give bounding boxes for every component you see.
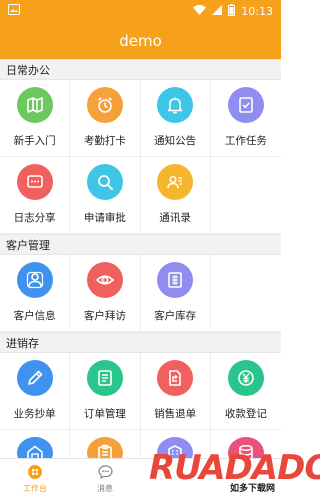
grid-item-label: 订单管理: [83, 408, 126, 420]
grid-item[interactable]: 通讯录: [140, 157, 211, 234]
grid-item[interactable]: 通知公告: [140, 80, 211, 157]
section-header: 进销存: [0, 332, 281, 353]
section-grid: 客户信息 客户拜访 客户库存: [0, 255, 281, 332]
chat-icon: [97, 465, 113, 481]
grid-item[interactable]: 工作任务: [210, 80, 281, 157]
inventory-icon: [157, 262, 194, 298]
grid-item-label: 客户信息: [13, 310, 56, 322]
section-title: 进销存: [6, 336, 39, 350]
grid-item-label: 客户库存: [154, 310, 197, 322]
section-grid: 新手入门 考勤打卡 通知公告 工作任务日志分享 申请审批 通讯录: [0, 80, 281, 234]
page-title: demo: [119, 31, 162, 50]
grid-item-label: 考勤打卡: [83, 135, 126, 147]
tab-messages-label: 消息: [97, 484, 113, 493]
customers-icon: [16, 262, 53, 298]
grid-item-label: 日志分享: [13, 212, 56, 224]
grid-item-label: 通知公告: [154, 135, 197, 147]
grid-item-label: 收款登记: [224, 408, 267, 420]
wifi-icon: [193, 4, 207, 18]
grid-item[interactable]: 新手入门: [0, 80, 71, 157]
empty-cell: [210, 255, 281, 332]
grid-item[interactable]: 订单管理: [70, 353, 141, 430]
grid-item-label: 销售退单: [154, 408, 197, 420]
grid-item-label: 工作任务: [224, 135, 267, 147]
message-icon: [16, 164, 53, 200]
section-header: 日常办公: [0, 59, 281, 80]
empty-cell: [210, 157, 281, 234]
workbench-icon: [28, 465, 42, 481]
grid-item-label: 通讯录: [159, 212, 191, 224]
task-check-icon: [227, 87, 264, 123]
battery-icon: [228, 3, 236, 19]
section-title: 日常办公: [6, 63, 50, 77]
eye-icon: [86, 262, 123, 298]
status-bar: 10:13: [0, 0, 281, 22]
tab-workbench-label: 工作台: [23, 484, 47, 493]
grid-item[interactable]: 客户信息: [0, 255, 71, 332]
status-time: 10:13: [241, 4, 273, 18]
section-grid: 业务抄单 订单管理 销售退单 收款登记: [0, 353, 281, 430]
bell-icon: [157, 87, 194, 123]
grid-item[interactable]: 申请审批: [70, 157, 141, 234]
signal-icon: [212, 4, 223, 18]
grid-item-label: 客户拜访: [83, 310, 126, 322]
watermark-logo: RUADADO 如多下载网: [149, 448, 320, 498]
map-icon: [16, 87, 53, 123]
grid-item[interactable]: 日志分享: [0, 157, 71, 234]
grid-item[interactable]: 客户库存: [140, 255, 211, 332]
yen-icon: [227, 360, 264, 396]
image-notification-icon: [8, 4, 20, 18]
grid-item[interactable]: 客户拜访: [70, 255, 141, 332]
grid-item[interactable]: 考勤打卡: [70, 80, 141, 157]
return-doc-icon: [157, 360, 194, 396]
order-list-icon: [86, 360, 123, 396]
section-title: 客户管理: [6, 238, 50, 252]
tab-workbench[interactable]: 工作台: [0, 459, 70, 500]
grid-item-label: 业务抄单: [13, 408, 56, 420]
contact-card-icon: [157, 164, 194, 200]
grid-item-label: 申请审批: [83, 212, 126, 224]
watermark-site-text: 如多下载网: [229, 484, 275, 494]
pencil-icon: [16, 360, 53, 396]
tab-messages[interactable]: 消息: [70, 459, 140, 500]
grid-item[interactable]: 销售退单: [140, 353, 211, 430]
section-header: 客户管理: [0, 234, 281, 255]
search-icon: [86, 164, 123, 200]
grid-item-label: 新手入门: [13, 135, 56, 147]
app-header: demo: [0, 22, 281, 59]
grid-item[interactable]: 业务抄单: [0, 353, 71, 430]
alarm-clock-icon: [86, 87, 123, 123]
grid-item[interactable]: 收款登记: [210, 353, 281, 430]
